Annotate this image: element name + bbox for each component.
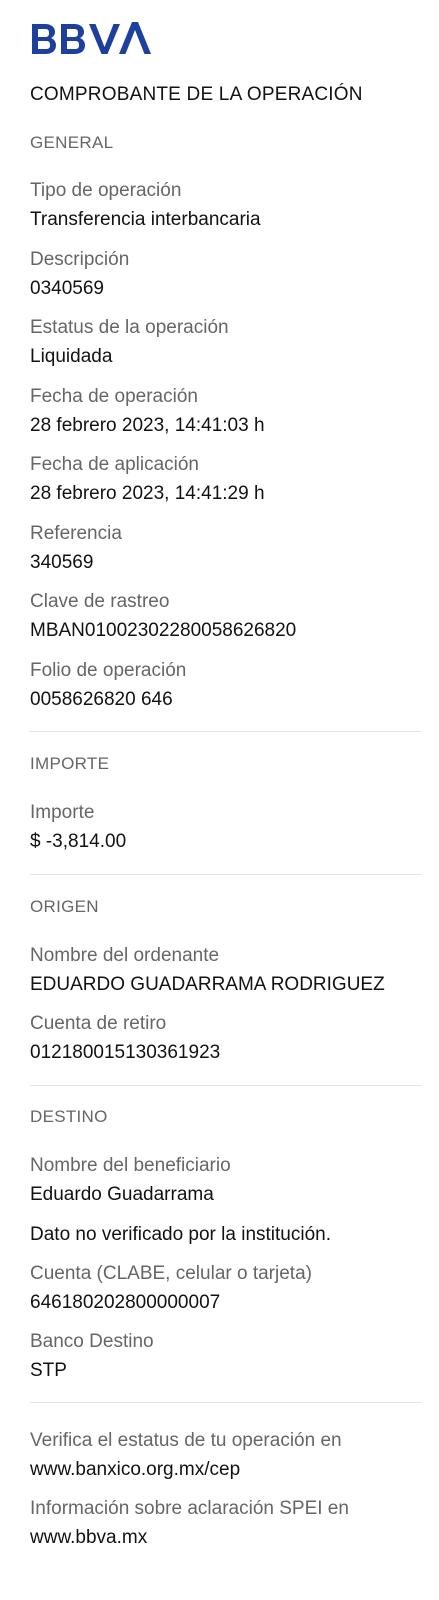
divider — [30, 1402, 421, 1403]
beneficiario-label: Nombre del beneficiario — [30, 1155, 231, 1176]
cuenta-destino-value: 646180202800000007 — [30, 1292, 221, 1313]
tipo-operacion-value: Transferencia interbancaria — [30, 209, 261, 230]
estatus-label: Estatus de la operación — [30, 317, 229, 338]
clave-rastreo-label: Clave de rastreo — [30, 591, 170, 612]
divider — [30, 874, 421, 875]
bbva-link[interactable]: www.bbva.mx — [30, 1527, 147, 1549]
cuenta-retiro-value: 012180015130361923 — [30, 1042, 221, 1063]
banxico-link[interactable]: www.banxico.org.mx/cep — [30, 1459, 240, 1481]
banco-destino-value: STP — [30, 1360, 67, 1381]
cuenta-destino-label: Cuenta (CLABE, celular o tarjeta) — [30, 1263, 312, 1284]
receipt-page: COMPROBANTE DE LA OPERACIÓN GENERAL Tipo… — [0, 0, 439, 1600]
estatus-value: Liquidada — [30, 346, 113, 367]
divider — [30, 1085, 421, 1086]
fecha-operacion-label: Fecha de operación — [30, 386, 198, 407]
section-destino-title: DESTINO — [30, 1107, 108, 1126]
importe-label: Importe — [30, 802, 95, 823]
ordenante-label: Nombre del ordenante — [30, 945, 220, 966]
page-title: COMPROBANTE DE LA OPERACIÓN — [30, 84, 363, 105]
tipo-operacion-label: Tipo de operación — [30, 180, 182, 201]
descripcion-value: 0340569 — [30, 278, 104, 299]
descripcion-label: Descripción — [30, 249, 130, 270]
importe-value: $ -3,814.00 — [30, 831, 127, 852]
referencia-value: 340569 — [30, 552, 94, 573]
banco-destino-label: Banco Destino — [30, 1331, 154, 1352]
fecha-operacion-value: 28 febrero 2023, 14:41:03 h — [30, 415, 265, 436]
clave-rastreo-value: MBAN01002302280058626820 — [30, 620, 297, 641]
verification-note: Dato no verificado por la institución. — [30, 1224, 331, 1245]
bbva-logo — [32, 22, 151, 54]
section-origen-title: ORIGEN — [30, 897, 99, 916]
divider — [30, 731, 421, 732]
folio-operacion-value: 0058626820 646 — [30, 689, 173, 710]
section-importe-title: IMPORTE — [30, 754, 110, 773]
verifica-text: Verifica el estatus de tu operación en — [30, 1430, 342, 1451]
fecha-aplicacion-label: Fecha de aplicación — [30, 454, 199, 475]
fecha-aplicacion-value: 28 febrero 2023, 14:41:29 h — [30, 483, 265, 504]
aclaracion-text: Información sobre aclaración SPEI en — [30, 1498, 349, 1519]
section-general-title: GENERAL — [30, 133, 114, 152]
referencia-label: Referencia — [30, 523, 122, 544]
beneficiario-value: Eduardo Guadarrama — [30, 1184, 214, 1205]
cuenta-retiro-label: Cuenta de retiro — [30, 1013, 167, 1034]
ordenante-value: EDUARDO GUADARRAMA RODRIGUEZ — [30, 974, 385, 995]
folio-operacion-label: Folio de operación — [30, 660, 187, 681]
